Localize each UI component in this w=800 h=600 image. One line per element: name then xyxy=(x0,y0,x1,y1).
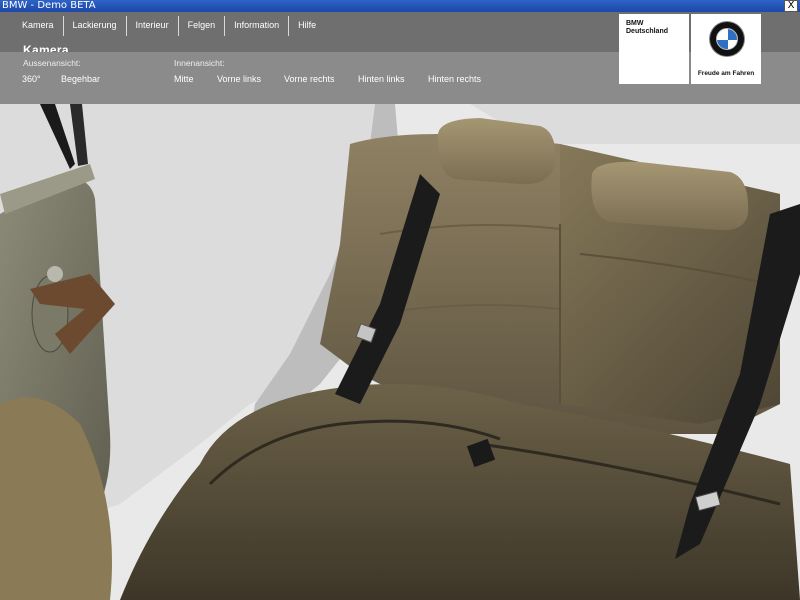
menu-item-felgen[interactable]: Felgen xyxy=(177,16,225,36)
exterior-option-360[interactable]: 360° xyxy=(22,74,41,84)
window-title: BMW - Demo BETA xyxy=(2,0,96,11)
bmw-logo: Freude am Fahren xyxy=(691,14,761,84)
dealer-logo: BMW Deutschland xyxy=(619,14,689,84)
interior-option-hinten-rechts[interactable]: Hinten rechts xyxy=(428,74,481,84)
menu-item-kamera[interactable]: Kamera xyxy=(12,16,63,36)
dealer-name-line1: BMW xyxy=(626,20,644,27)
interior-option-vorne-rechts[interactable]: Vorne rechts xyxy=(284,74,335,84)
exterior-option-begehbar[interactable]: Begehbar xyxy=(61,74,100,84)
menu-item-interieur[interactable]: Interieur xyxy=(125,16,178,36)
close-icon: X xyxy=(787,0,795,11)
main-menu: Kamera Lackierung Interieur Felgen Infor… xyxy=(12,16,325,36)
bmw-roundel-icon xyxy=(710,22,744,56)
interior-view-label: Innenansicht: xyxy=(174,58,225,68)
car-interior-render xyxy=(0,104,800,600)
dealer-name-line2: Deutschland xyxy=(626,28,669,35)
exterior-view-label: Aussenansicht: xyxy=(23,58,81,68)
interior-option-vorne-links[interactable]: Vorne links xyxy=(217,74,261,84)
interior-option-mitte[interactable]: Mitte xyxy=(174,74,194,84)
brand-slogan: Freude am Fahren xyxy=(697,70,755,77)
3d-viewport[interactable] xyxy=(0,104,800,600)
interior-option-hinten-links[interactable]: Hinten links xyxy=(358,74,405,84)
menu-item-information[interactable]: Information xyxy=(224,16,288,36)
menu-item-hilfe[interactable]: Hilfe xyxy=(288,16,325,36)
menu-item-lackierung[interactable]: Lackierung xyxy=(62,16,126,36)
window-title-bar: BMW - Demo BETA X xyxy=(0,0,800,12)
close-button[interactable]: X xyxy=(784,0,798,12)
